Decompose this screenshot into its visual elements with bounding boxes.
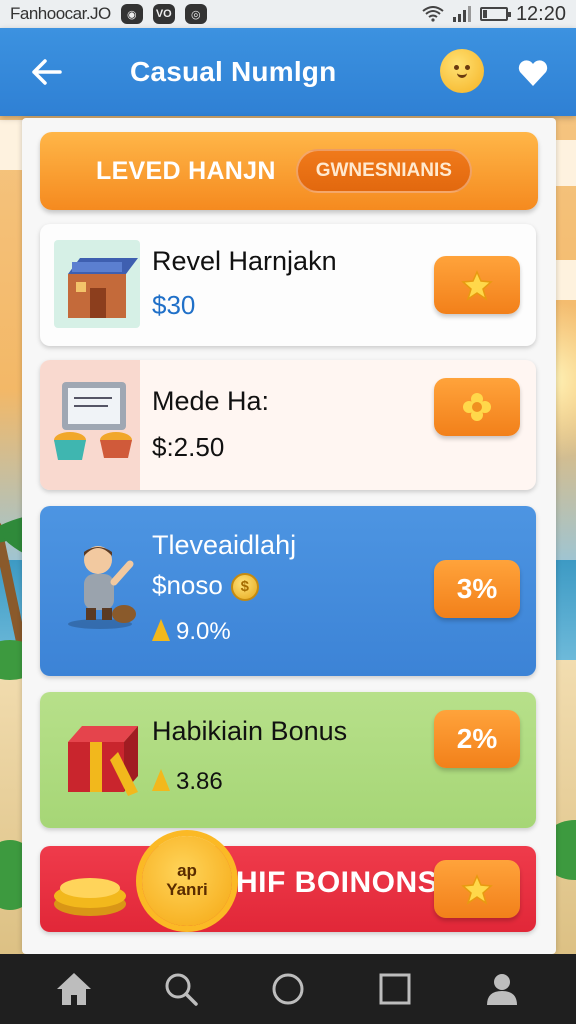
back-button[interactable] xyxy=(22,47,72,97)
shop-box-icon xyxy=(54,240,140,328)
coin-stack-icon xyxy=(54,878,126,916)
card-title: Revel Harnjakn xyxy=(152,246,337,276)
status-bar: Fanhoocar.JO ◉ VO ◎ 12:20 xyxy=(0,0,576,28)
wifi-icon xyxy=(422,6,444,22)
up-arrow-icon xyxy=(152,619,170,641)
home-icon xyxy=(56,973,91,1005)
notification-icon: ◎ xyxy=(184,4,207,24)
claim-button[interactable] xyxy=(434,256,520,314)
nav-home-button[interactable] xyxy=(46,961,102,1017)
bonus-banner[interactable]: ap Yanri HIF BOINONS xyxy=(40,836,536,932)
reward-card[interactable]: Revel Harnjakn $30 xyxy=(40,224,536,346)
character-icon xyxy=(68,546,136,629)
battery-icon xyxy=(479,7,511,21)
status-time: 12:20 xyxy=(515,2,566,25)
seal-line-2: Yanri xyxy=(166,880,208,899)
percent-button[interactable]: 3% xyxy=(434,560,520,618)
reward-card[interactable]: Habikiain Bonus 3.86 2% xyxy=(40,692,536,828)
signal-icon xyxy=(452,6,471,22)
square-icon xyxy=(379,973,411,1005)
level-header-title: LEVED HANJN xyxy=(96,156,276,185)
bonus-title: HIF BOINONS xyxy=(236,866,439,899)
notification-icon: ◉ xyxy=(120,4,143,24)
card-price: $30 xyxy=(152,290,196,320)
nav-profile-button[interactable] xyxy=(474,961,530,1017)
search-icon xyxy=(165,973,198,1006)
claim-button[interactable] xyxy=(434,378,520,436)
nav-square-button[interactable] xyxy=(367,961,423,1017)
rewards-panel: LEVED HANJN GWNESNIANIS Revel Harnjakn $… xyxy=(22,118,556,954)
percent-button[interactable]: 2% xyxy=(434,710,520,768)
arrow-left-icon xyxy=(32,59,62,85)
card-title: Tleveaidlahj xyxy=(152,530,297,560)
page-title: Casual Numlgn xyxy=(130,56,337,87)
card-title: Mede Ha: xyxy=(152,386,270,416)
card-value: 3.86 xyxy=(152,768,223,796)
header-pill-label: GWNESNIANIS xyxy=(315,160,452,181)
seal-line-1: ap xyxy=(177,861,197,881)
up-arrow-icon xyxy=(152,769,170,791)
circle-icon xyxy=(272,973,304,1005)
flower-icon xyxy=(463,393,491,421)
level-header: LEVED HANJN GWNESNIANIS xyxy=(40,132,538,210)
card-percent: 9.0% xyxy=(152,618,231,646)
coin-icon: $ xyxy=(230,573,259,602)
bonus-seal: ap Yanri xyxy=(142,836,232,926)
avatar-button[interactable] xyxy=(440,49,484,93)
reward-card[interactable]: Mede Ha: $:2.50 xyxy=(40,360,536,490)
register-icon xyxy=(40,360,140,490)
claim-button[interactable] xyxy=(434,860,520,918)
heart-icon[interactable] xyxy=(516,56,550,90)
gift-box-icon xyxy=(68,726,138,796)
profile-icon xyxy=(487,974,518,1005)
star-icon xyxy=(461,270,493,301)
app-bar: Casual Numlgn xyxy=(0,28,576,116)
header-pill-button[interactable]: GWNESNIANIS xyxy=(295,149,472,193)
star-icon xyxy=(461,874,493,905)
card-title: Habikiain Bonus xyxy=(152,716,348,746)
nav-search-button[interactable] xyxy=(153,961,209,1017)
notification-icon: VO xyxy=(152,4,175,24)
bottom-nav xyxy=(0,954,576,1024)
nav-circle-button[interactable] xyxy=(260,961,316,1017)
smiley-icon xyxy=(448,59,476,83)
status-app-name: Fanhoocar.JO xyxy=(10,4,111,23)
percent-label: 2% xyxy=(456,723,498,754)
percent-label: 3% xyxy=(456,573,498,604)
card-price: $:2.50 xyxy=(152,432,225,462)
card-amount: $noso $ xyxy=(152,570,259,602)
reward-card[interactable]: Tleveaidlahj $noso $ 9.0% 3% xyxy=(40,506,536,676)
